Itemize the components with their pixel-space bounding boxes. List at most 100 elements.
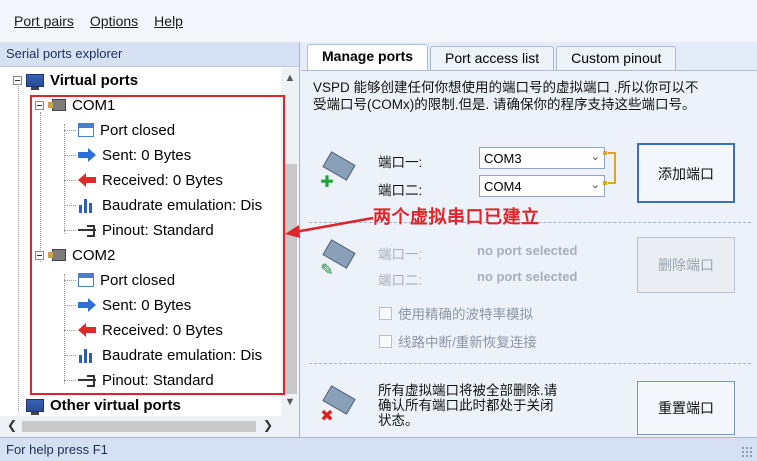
tab-custom-pinout[interactable]: Custom pinout [556, 46, 677, 71]
collapse-icon[interactable] [13, 75, 22, 85]
status-text: For help press F1 [6, 442, 108, 457]
window-icon [78, 123, 94, 137]
tree-item-label: Received: 0 Bytes [102, 321, 223, 339]
tree-com2[interactable]: COM2 [35, 243, 115, 267]
reset-warning-text: 所有虚拟端口将被全部删除.请 确认所有端口此时都处于关闭 状态。 [378, 383, 557, 428]
tree-other-virtual-ports[interactable]: Other virtual ports [13, 393, 181, 416]
com2-pinout[interactable]: Pinout: Standard [78, 368, 214, 392]
exact-baudrate-checkbox[interactable]: 使用精确的波特率模拟 [379, 303, 533, 323]
bars-icon [78, 347, 96, 363]
collapse-icon[interactable] [35, 100, 44, 110]
tree-item-label: Baudrate emulation: Dis [102, 196, 263, 214]
annotation-text: 两个虚拟串口已建立 [373, 207, 540, 227]
description-line: 受端口号(COMx)的限制.但是. 请确保你的程序支持这些端口号。 [313, 97, 696, 112]
tab-strip: Manage ports Port access list Custom pin… [307, 44, 678, 71]
ports-tree: Virtual ports COM1 Port closed Sent: 0 B… [0, 68, 281, 416]
tree-virtual-ports[interactable]: Virtual ports [13, 68, 138, 92]
serial-ports-explorer: Serial ports explorer Virtual ports COM1… [0, 42, 300, 437]
tab-port-access-list[interactable]: Port access list [430, 46, 555, 71]
description-text: VSPD 能够创建任何你想使用的端口号的虚拟端口 .所以你可以不 受端口号(CO… [313, 79, 753, 113]
reset-text-line: 状态。 [378, 413, 419, 428]
menu-bar: Port pairs Options Help [0, 0, 757, 42]
scroll-thumb[interactable] [22, 421, 256, 432]
add-port2-value: COM4 [484, 179, 522, 194]
chevron-down-icon: ⌄ [590, 179, 600, 191]
scroll-down-icon[interactable]: ▼ [281, 396, 299, 412]
add-port2-label: 端口二: [378, 183, 423, 198]
arrow-right-icon [78, 147, 96, 163]
scroll-up-icon[interactable]: ▲ [281, 72, 299, 88]
plug-icon [78, 222, 96, 238]
scroll-right-icon[interactable]: ❯ [260, 418, 276, 432]
delete-port2-label: 端口二: [378, 273, 423, 288]
com1-received[interactable]: Received: 0 Bytes [78, 168, 223, 192]
vertical-scrollbar[interactable]: ▲ ▼ [281, 68, 299, 416]
delete-port-button[interactable]: 删除端口 [637, 237, 735, 293]
com1-pinout[interactable]: Pinout: Standard [78, 218, 214, 242]
bars-icon [78, 197, 96, 213]
arrow-left-icon [78, 172, 96, 188]
com2-port-status[interactable]: Port closed [78, 268, 175, 292]
add-port-button[interactable]: 添加端口 [637, 143, 735, 203]
reset-text-line: 所有虚拟端口将被全部删除.请 [378, 383, 558, 398]
resize-grip-icon[interactable] [741, 446, 753, 458]
checkbox-label: 线路中断/重新恢复连接 [398, 335, 537, 350]
com2-baudrate[interactable]: Baudrate emulation: Dis [78, 343, 262, 367]
annotation-arrow [285, 216, 374, 238]
collapse-icon[interactable] [35, 250, 44, 260]
checkbox-box[interactable] [379, 334, 392, 348]
monitor-icon [26, 73, 44, 90]
scroll-left-icon[interactable]: ❮ [4, 418, 20, 432]
tree-item-label: Sent: 0 Bytes [102, 296, 192, 314]
manage-ports-body: VSPD 能够创建任何你想使用的端口号的虚拟端口 .所以你可以不 受端口号(CO… [301, 70, 757, 437]
chevron-down-icon: ⌄ [590, 151, 600, 163]
scroll-thumb[interactable] [283, 164, 297, 394]
line-break-checkbox[interactable]: 线路中断/重新恢复连接 [379, 331, 537, 351]
checkbox-label: 使用精确的波特率模拟 [398, 307, 533, 322]
com1-port-status[interactable]: Port closed [78, 118, 175, 142]
com1-sent[interactable]: Sent: 0 Bytes [78, 143, 191, 167]
tree-item-label: Pinout: Standard [102, 371, 214, 389]
tree-item-label: Received: 0 Bytes [102, 171, 223, 189]
com1-label: COM1 [72, 96, 116, 114]
reset-text-line: 确认所有端口此时都处于关闭 [378, 398, 554, 413]
tree-item-label: Port closed [100, 271, 176, 289]
delete-pair-icon: ✎ [319, 239, 359, 279]
plug-icon [78, 372, 96, 388]
serial-port-icon [48, 249, 66, 261]
tree-com1[interactable]: COM1 [35, 93, 115, 117]
tree-item-label: Port closed [100, 121, 176, 139]
menu-port-pairs[interactable]: Port pairs [14, 13, 74, 29]
window-icon [78, 273, 94, 287]
add-port1-label: 端口一: [378, 155, 423, 170]
other-virtual-ports-label: Other virtual ports [50, 396, 181, 414]
com2-sent[interactable]: Sent: 0 Bytes [78, 293, 191, 317]
vspd-window: Port pairs Options Help Serial ports exp… [0, 0, 757, 461]
delete-port1-value[interactable]: no port selected [477, 243, 577, 258]
divider [309, 363, 751, 364]
delete-port2-value[interactable]: no port selected [477, 269, 577, 284]
serial-port-icon [48, 99, 66, 111]
add-port1-select[interactable]: COM3 ⌄ [479, 147, 605, 169]
reset-ports-button[interactable]: 重置端口 [637, 381, 735, 435]
delete-port1-label: 端口一: [378, 247, 423, 262]
arrow-left-icon [78, 322, 96, 338]
checkbox-box[interactable] [379, 306, 392, 320]
tree-item-label: Baudrate emulation: Dis [102, 346, 263, 364]
tree-item-label: Sent: 0 Bytes [102, 146, 192, 164]
arrow-right-icon [78, 297, 96, 313]
com1-baudrate[interactable]: Baudrate emulation: Dis [78, 193, 262, 217]
explorer-header: Serial ports explorer [0, 42, 299, 67]
description-line: VSPD 能够创建任何你想使用的端口号的虚拟端口 .所以你可以不 [313, 80, 699, 95]
com2-received[interactable]: Received: 0 Bytes [78, 318, 223, 342]
menu-help[interactable]: Help [154, 13, 183, 29]
tab-manage-ports[interactable]: Manage ports [307, 44, 429, 71]
tree-item-label: Pinout: Standard [102, 221, 214, 239]
add-pair-icon: ✚ [319, 151, 359, 191]
pair-bracket [603, 151, 616, 185]
add-port1-value: COM3 [484, 151, 522, 166]
horizontal-scrollbar[interactable]: ❮ ❯ [0, 416, 299, 437]
add-port2-select[interactable]: COM4 ⌄ [479, 175, 605, 197]
menu-options[interactable]: Options [90, 13, 138, 29]
virtual-ports-label: Virtual ports [50, 71, 139, 89]
